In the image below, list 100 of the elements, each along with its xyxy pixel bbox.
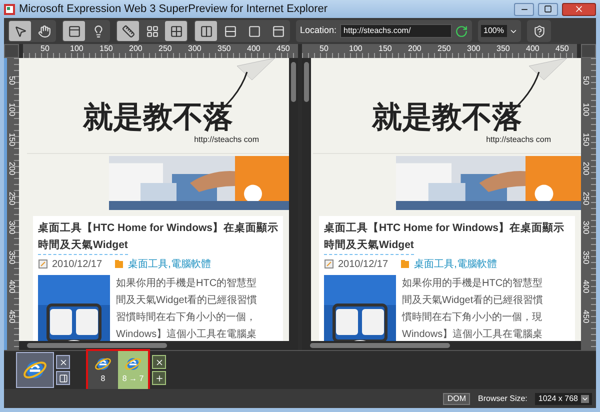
ruler-label: 100 xyxy=(582,102,590,118)
article-title[interactable]: 時間及天氣Widget xyxy=(38,237,128,255)
browser-size-label: Browser Size: xyxy=(478,392,528,404)
ruler-label: 450 xyxy=(556,44,569,53)
folder-icon xyxy=(400,259,410,269)
tool-button[interactable] xyxy=(63,21,85,41)
browser-size-dropdown[interactable]: 1024 x 768 xyxy=(535,392,592,404)
tool-button[interactable] xyxy=(9,21,31,41)
ruler-label: 100 xyxy=(70,44,84,53)
ruler-label: 350 xyxy=(496,44,510,53)
ruler-label: 400 xyxy=(8,278,16,296)
refresh-icon[interactable] xyxy=(454,24,468,38)
minimize-button[interactable] xyxy=(514,2,534,16)
ruler-label: 300 xyxy=(8,220,16,236)
ruler-label: 150 xyxy=(378,44,392,53)
location-field[interactable]: http://steachs.com/ xyxy=(340,24,452,38)
baseline-browser-tile[interactable] xyxy=(16,352,54,388)
rows-icon xyxy=(224,24,236,38)
dock-button[interactable] xyxy=(56,371,70,385)
tool-button[interactable] xyxy=(165,21,187,41)
dom-button[interactable]: DOM xyxy=(443,392,470,404)
remove-button[interactable] xyxy=(56,355,70,369)
ruler-label: 150 xyxy=(582,131,590,148)
article-title[interactable]: 桌面工具【HTC Home for Windows】在桌面顯示 xyxy=(38,220,278,237)
category-link[interactable]: 桌面工具,電腦軟體 xyxy=(414,256,497,272)
calendar-icon xyxy=(324,259,334,269)
ruler-label: 350 xyxy=(8,249,16,266)
article-title[interactable]: 時間及天氣Widget xyxy=(324,237,414,255)
remove-button[interactable] xyxy=(152,355,166,369)
close-button[interactable] xyxy=(562,2,596,16)
caret-icon xyxy=(581,394,589,402)
close-icon xyxy=(154,358,164,366)
ruler-label: 100 xyxy=(349,44,362,53)
site-logo: 就是教不落 xyxy=(83,101,233,135)
ruler-label: 400 xyxy=(526,44,540,53)
layout-icon xyxy=(68,24,80,38)
article-text: 間及天氣Widget看的已經很習慣 xyxy=(402,294,544,308)
ruler-label: 200 xyxy=(408,44,422,53)
article-text: 慣時間在右下角小小的一個，現 xyxy=(402,310,543,325)
maximize-button[interactable] xyxy=(538,2,558,16)
tool-button[interactable] xyxy=(195,21,217,41)
single-view-icon xyxy=(272,24,284,38)
article-text: Windows】這個小工具在電腦桌 xyxy=(116,328,258,341)
ruler-label: 50 xyxy=(8,74,16,87)
ruler-label: 200 xyxy=(582,160,590,178)
ruler-label: 300 xyxy=(188,44,202,53)
ruler-label: 100 xyxy=(8,102,16,118)
ruler-label: 300 xyxy=(467,44,480,53)
ruler-label: 50 xyxy=(320,44,328,53)
ruler-label: 200 xyxy=(8,160,16,178)
article-text: 間及天氣Widget看的已經很習慣 xyxy=(116,294,258,308)
ruler-icon xyxy=(122,24,134,38)
ruler-label: 400 xyxy=(247,44,260,53)
zoom-dropdown[interactable]: 100% xyxy=(478,20,521,42)
post-date: 2010/12/17 xyxy=(338,258,388,272)
category-link[interactable]: 桌面工具,電腦軟體 xyxy=(128,256,211,272)
article-text: 如果你用的手機是HTC的智慧型 xyxy=(116,276,258,291)
ruler-label: 250 xyxy=(158,44,172,53)
lightbulb-icon xyxy=(92,24,104,38)
overlay-icon xyxy=(248,24,260,38)
comparison-browser-tile[interactable]: 8 xyxy=(88,351,118,389)
ruler-label: 50 xyxy=(582,74,590,87)
site-url: http://steachs com xyxy=(486,135,551,145)
ruler-label: 250 xyxy=(8,190,16,207)
help-button[interactable] xyxy=(527,20,551,42)
ruler-label: 300 xyxy=(582,220,590,236)
ruler-label: 350 xyxy=(582,249,590,266)
ruler-label: 450 xyxy=(582,308,590,325)
browser-icon xyxy=(124,355,142,373)
plus-icon xyxy=(154,374,164,382)
ruler-label: 200 xyxy=(129,44,142,53)
grid-icon xyxy=(146,24,158,38)
post-date: 2010/12/17 xyxy=(52,258,102,272)
pointer-icon xyxy=(14,24,26,38)
ruler-label: 450 xyxy=(276,44,290,53)
columns-icon xyxy=(200,24,212,38)
ruler-label: 450 xyxy=(8,308,16,325)
ruler-label: 350 xyxy=(218,44,231,53)
location-label: Location: xyxy=(300,24,337,38)
site-logo: 就是教不落 xyxy=(372,101,522,135)
add-button[interactable] xyxy=(152,371,166,385)
ruler-label: 50 xyxy=(40,44,50,53)
hand-icon xyxy=(38,24,50,38)
crosshair-grid-icon xyxy=(170,24,182,38)
tool-button[interactable] xyxy=(117,21,139,41)
folder-icon xyxy=(114,259,124,269)
maximize-icon xyxy=(544,5,552,13)
site-url: http://steachs com xyxy=(194,135,259,145)
app-icon xyxy=(4,4,15,14)
calendar-icon xyxy=(38,259,48,269)
close-icon xyxy=(574,4,584,14)
close-icon xyxy=(58,358,68,366)
article-title[interactable]: 桌面工具【HTC Home for Windows】在桌面顯示 xyxy=(324,220,570,237)
article-text: 習慣時間在右下角小小的一個， xyxy=(116,310,257,325)
panel-icon xyxy=(58,374,68,382)
article-text: Windows】這個小工具在電腦桌 xyxy=(402,328,544,341)
help-icon xyxy=(532,24,546,38)
browser-icon xyxy=(94,355,112,373)
window-title: Microsoft Expression Web 3 SuperPreview for Internet Explorer xyxy=(19,2,329,17)
ruler-label: 250 xyxy=(582,190,590,207)
